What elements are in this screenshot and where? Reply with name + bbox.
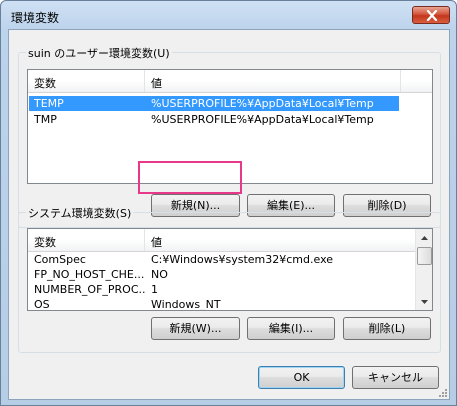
table-row[interactable]: OS Windows_NT bbox=[29, 297, 399, 311]
ok-button[interactable]: OK bbox=[258, 366, 345, 389]
table-row[interactable]: TEMP %USERPROFILE%¥AppData¥Local¥Temp bbox=[29, 96, 399, 111]
list-header: 変数 値 bbox=[28, 229, 432, 252]
environment-variables-dialog: 環境変数 suin のユーザー環境変数(U) 変数 値 TEMP %USERPR… bbox=[0, 0, 457, 406]
resize-grip-icon[interactable] bbox=[437, 387, 447, 397]
column-header-value[interactable]: 値 bbox=[151, 234, 162, 250]
scrollbar-thumb[interactable] bbox=[417, 247, 432, 265]
list-header: 変数 値 bbox=[28, 70, 432, 93]
scroll-down-button[interactable] bbox=[416, 293, 432, 310]
variable-name: ComSpec bbox=[34, 253, 86, 266]
vertical-scrollbar[interactable] bbox=[415, 229, 432, 310]
title-bar[interactable]: 環境変数 bbox=[1, 1, 456, 29]
column-header-name[interactable]: 変数 bbox=[34, 234, 56, 250]
variable-name: TMP bbox=[34, 113, 57, 126]
system-delete-button[interactable]: 削除(L) bbox=[343, 317, 431, 340]
column-divider[interactable] bbox=[400, 70, 401, 92]
variable-value: NO bbox=[151, 268, 168, 281]
variable-value: 1 bbox=[151, 283, 158, 296]
variable-name: FP_NO_HOST_CHE... bbox=[34, 268, 145, 281]
up-arrow-icon bbox=[420, 235, 428, 240]
dialog-client-area: suin のユーザー環境変数(U) 変数 値 TEMP %USERPROFILE… bbox=[8, 29, 450, 400]
table-row[interactable]: ComSpec C:¥Windows¥system32¥cmd.exe bbox=[29, 252, 399, 267]
scroll-up-button[interactable] bbox=[416, 229, 432, 246]
system-variables-list[interactable]: 変数 値 ComSpec C:¥Windows¥system32¥cmd.exe… bbox=[27, 228, 433, 311]
user-variables-group: suin のユーザー環境変数(U) 変数 値 TEMP %USERPROFILE… bbox=[18, 45, 441, 228]
close-icon bbox=[426, 10, 438, 21]
variable-value: %USERPROFILE%¥AppData¥Local¥Temp bbox=[151, 97, 374, 110]
close-button[interactable] bbox=[412, 6, 450, 24]
variable-name: OS bbox=[34, 298, 50, 311]
column-divider[interactable] bbox=[144, 70, 145, 92]
column-header-value[interactable]: 値 bbox=[151, 75, 162, 91]
variable-value: %USERPROFILE%¥AppData¥Local¥Temp bbox=[151, 113, 374, 126]
column-header-name[interactable]: 変数 bbox=[34, 75, 56, 91]
system-new-button[interactable]: 新規(W)... bbox=[151, 317, 240, 340]
cancel-button[interactable]: キャンセル bbox=[352, 366, 439, 389]
highlight-box bbox=[138, 161, 242, 194]
window-title: 環境変数 bbox=[11, 11, 60, 25]
variable-name: TEMP bbox=[34, 97, 64, 110]
variable-name: NUMBER_OF_PROC... bbox=[34, 283, 146, 296]
variable-value: Windows_NT bbox=[151, 298, 221, 311]
variable-value: C:¥Windows¥system32¥cmd.exe bbox=[151, 253, 334, 266]
table-row[interactable]: FP_NO_HOST_CHE... NO bbox=[29, 267, 399, 282]
user-variables-label: suin のユーザー環境変数(U) bbox=[26, 45, 172, 61]
down-arrow-icon bbox=[420, 299, 428, 304]
system-edit-button[interactable]: 編集(I)... bbox=[247, 317, 335, 340]
system-variables-group: システム環境変数(S) 変数 値 ComSpec C:¥Windows¥syst… bbox=[18, 205, 441, 353]
column-divider[interactable] bbox=[144, 229, 145, 251]
table-row[interactable]: TMP %USERPROFILE%¥AppData¥Local¥Temp bbox=[29, 112, 399, 127]
table-row[interactable]: NUMBER_OF_PROC... 1 bbox=[29, 282, 399, 297]
system-variables-label: システム環境変数(S) bbox=[26, 205, 134, 221]
